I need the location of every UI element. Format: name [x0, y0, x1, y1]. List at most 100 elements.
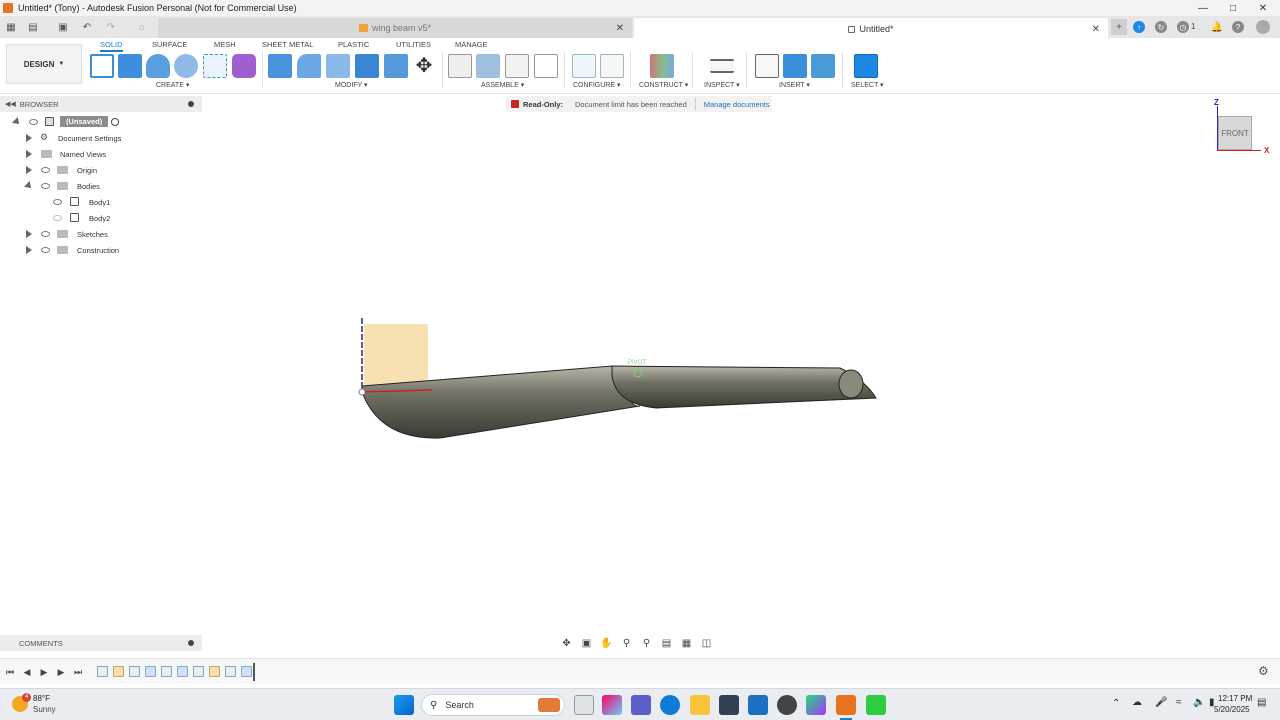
- windows-start-icon[interactable]: [394, 695, 414, 715]
- task-view-icon[interactable]: [574, 695, 594, 715]
- file-explorer-icon[interactable]: [690, 695, 710, 715]
- outlook-icon[interactable]: [748, 695, 768, 715]
- taskbar-search-box[interactable]: ⚲ Search: [421, 694, 565, 716]
- as-built-joint-icon[interactable]: [505, 54, 529, 78]
- visibility-eye-icon[interactable]: [41, 183, 50, 189]
- create-sketch-icon[interactable]: [90, 54, 114, 78]
- clock-time[interactable]: 12:17 PM: [1218, 694, 1252, 703]
- timeline-feature-loft[interactable]: [241, 666, 252, 677]
- timeline-feature-loft[interactable]: [145, 666, 156, 677]
- tab-untitled[interactable]: Untitled* ✕: [634, 18, 1108, 38]
- extrude-icon[interactable]: [118, 54, 142, 78]
- insert-menu[interactable]: INSERT ▾: [779, 81, 810, 89]
- tab-wing-beam[interactable]: wing beam v5* ✕: [158, 18, 632, 38]
- visibility-eye-icon[interactable]: [41, 247, 50, 253]
- notifications-bell-icon[interactable]: 🔔: [1210, 20, 1224, 34]
- browser-panel-header[interactable]: ◀◀ BROWSER: [0, 96, 202, 112]
- minimize-button[interactable]: —: [1188, 0, 1218, 16]
- timeline-feature-sketch[interactable]: [129, 666, 140, 677]
- combine-icon[interactable]: [355, 54, 379, 78]
- collapse-panel-icon[interactable]: ◀◀: [5, 100, 16, 108]
- grid-settings-icon[interactable]: ▦: [680, 637, 693, 649]
- create-menu[interactable]: CREATE ▾: [156, 81, 189, 89]
- press-pull-icon[interactable]: [268, 54, 292, 78]
- onedrive-cloud-icon[interactable]: ☁: [1132, 697, 1142, 708]
- close-window-button[interactable]: ✕: [1248, 0, 1278, 16]
- viewcube-front-face[interactable]: FRONT: [1218, 116, 1252, 150]
- revolve-icon[interactable]: [146, 54, 170, 78]
- microphone-icon[interactable]: 🎤: [1155, 697, 1167, 708]
- play-icon[interactable]: ▶: [38, 666, 50, 678]
- browser-item-construction[interactable]: Construction: [0, 243, 202, 257]
- form-icon[interactable]: [232, 54, 256, 78]
- configuration-table-icon[interactable]: [600, 54, 624, 78]
- timeline-settings-gear-icon[interactable]: ⚙: [1258, 664, 1269, 678]
- insert-derive-icon[interactable]: [755, 54, 779, 78]
- expand-arrow-icon[interactable]: [26, 166, 32, 174]
- save-icon[interactable]: ▣: [56, 20, 70, 34]
- modify-menu[interactable]: MODIFY ▾: [335, 81, 368, 89]
- add-comment-icon[interactable]: [188, 640, 194, 646]
- origin-point[interactable]: [358, 388, 366, 396]
- clock-date[interactable]: 5/20/2025: [1214, 705, 1250, 714]
- redo-icon[interactable]: ↷: [104, 20, 118, 34]
- user-avatar[interactable]: [1256, 20, 1270, 34]
- timeline-marker[interactable]: [253, 663, 255, 681]
- body2-shape[interactable]: [611, 365, 877, 409]
- joint-icon[interactable]: [476, 54, 500, 78]
- fusion-taskbar-icon[interactable]: [836, 695, 856, 715]
- copilot-icon[interactable]: [602, 695, 622, 715]
- viewcube[interactable]: FRONT Z X: [1206, 98, 1276, 160]
- go-to-start-icon[interactable]: ⏮: [4, 666, 16, 678]
- expand-arrow-icon[interactable]: [26, 230, 32, 238]
- fit-window-icon[interactable]: ⚲: [640, 637, 653, 649]
- configure-menu[interactable]: CONFIGURE ▾: [573, 81, 620, 89]
- tab-solid[interactable]: SOLID: [100, 40, 123, 52]
- configure-icon[interactable]: [572, 54, 596, 78]
- notification-center-icon[interactable]: ▤: [1257, 697, 1266, 708]
- tab-manage[interactable]: MANAGE: [455, 40, 488, 49]
- comments-panel-header[interactable]: COMMENTS: [0, 635, 202, 651]
- measure-icon[interactable]: [710, 59, 734, 73]
- dell-icon[interactable]: [777, 695, 797, 715]
- timeline-feature-plane[interactable]: [113, 666, 124, 677]
- help-icon[interactable]: ?: [1232, 21, 1244, 33]
- select-menu[interactable]: SELECT ▾: [851, 81, 884, 89]
- step-back-icon[interactable]: ◀: [21, 666, 33, 678]
- wing-tip-face[interactable]: [838, 369, 864, 399]
- expand-arrow-icon[interactable]: [26, 246, 32, 254]
- browser-item-bodies[interactable]: Bodies: [0, 179, 202, 193]
- jobs-icon[interactable]: ◷: [1177, 21, 1189, 33]
- tab-mesh[interactable]: MESH: [214, 40, 236, 49]
- browser-item-origin[interactable]: Origin: [0, 163, 202, 177]
- hole-icon[interactable]: [174, 54, 198, 78]
- viewports-icon[interactable]: ◫: [700, 637, 713, 649]
- construct-menu[interactable]: CONSTRUCT ▾: [639, 81, 688, 89]
- new-tab-icon[interactable]: +: [1111, 19, 1127, 35]
- display-settings-icon[interactable]: ▤: [660, 637, 673, 649]
- visibility-eye-icon[interactable]: [53, 199, 62, 205]
- tab-surface[interactable]: SURFACE: [152, 40, 187, 49]
- fillet-icon[interactable]: [297, 54, 321, 78]
- browser-item-body2[interactable]: Body2: [0, 211, 202, 225]
- edge-icon[interactable]: [660, 695, 680, 715]
- home-icon[interactable]: ⌂: [135, 20, 149, 34]
- file-menu-icon[interactable]: ▤: [26, 20, 40, 34]
- green-app-icon[interactable]: [866, 695, 886, 715]
- visibility-eye-icon[interactable]: [41, 231, 50, 237]
- step-forward-icon[interactable]: ▶: [55, 666, 67, 678]
- office-icon[interactable]: [806, 695, 826, 715]
- visibility-eye-icon[interactable]: [41, 167, 50, 173]
- new-component-icon[interactable]: [448, 54, 472, 78]
- browser-item-named-views[interactable]: Named Views: [0, 147, 202, 161]
- maximize-button[interactable]: □: [1218, 0, 1248, 16]
- expand-arrow-icon[interactable]: [26, 150, 32, 158]
- inspect-menu[interactable]: INSPECT ▾: [704, 81, 740, 89]
- visibility-eye-icon[interactable]: [29, 119, 38, 125]
- expand-arrow-icon[interactable]: [26, 134, 32, 142]
- tab-plastic[interactable]: PLASTIC: [338, 40, 369, 49]
- viewport-3d-model[interactable]: PIVOT: [340, 300, 900, 460]
- apps-grid-icon[interactable]: ▦: [4, 20, 18, 34]
- offset-plane-icon[interactable]: [650, 54, 674, 78]
- extensions-icon[interactable]: ↑: [1133, 21, 1145, 33]
